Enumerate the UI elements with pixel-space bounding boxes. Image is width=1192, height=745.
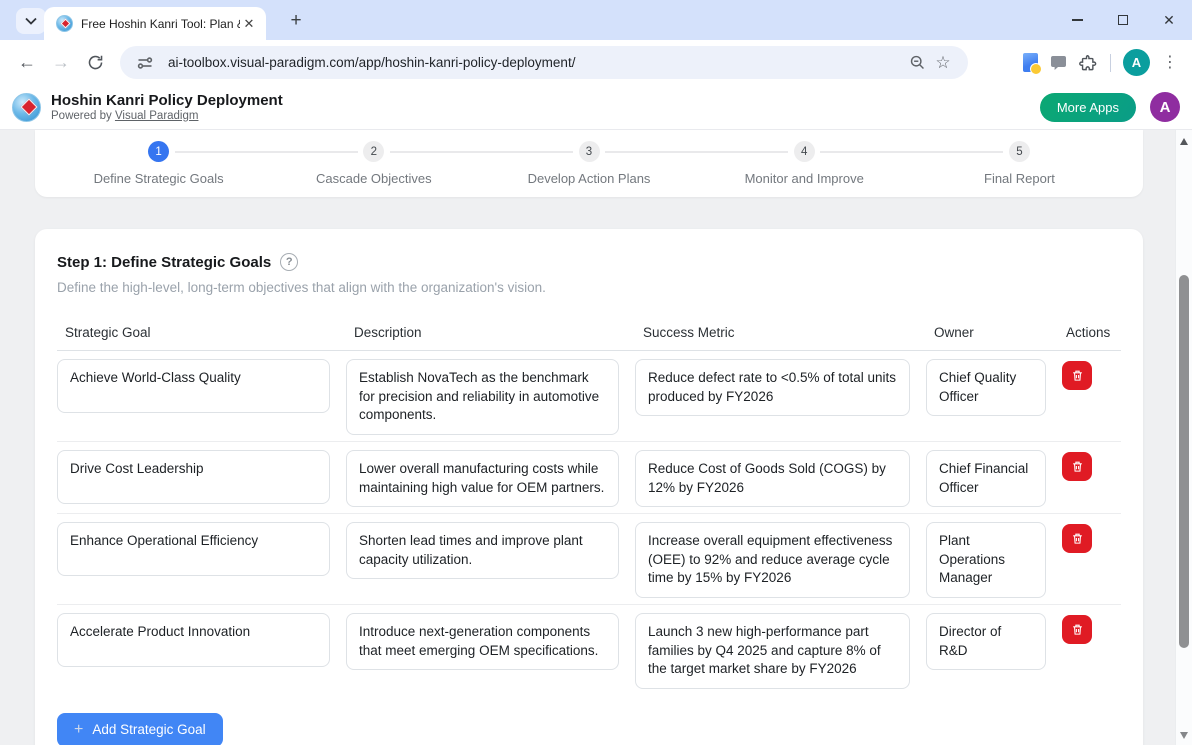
description-input[interactable]: Shorten lead times and improve plant cap…: [346, 522, 619, 580]
chevron-down-icon: [25, 17, 37, 25]
extension-doc-icon[interactable]: [1023, 53, 1042, 75]
owner-input[interactable]: Plant Operations Manager: [926, 522, 1046, 598]
toolbar-divider: [1110, 53, 1111, 72]
description-input[interactable]: Establish NovaTech as the benchmark for …: [346, 359, 619, 435]
trash-icon: [1072, 370, 1082, 381]
trash-icon: [1072, 533, 1082, 544]
forward-button[interactable]: →: [44, 46, 78, 80]
more-apps-button[interactable]: More Apps: [1039, 92, 1136, 122]
feedback-icon[interactable]: [1050, 55, 1067, 71]
step-circle-4[interactable]: 4: [793, 141, 815, 162]
extensions-puzzle-icon[interactable]: [1079, 53, 1098, 72]
page-content: 1 Define Strategic Goals 2 Cascade Objec…: [0, 130, 1192, 745]
delete-goal-button[interactable]: [1062, 361, 1092, 390]
step-define-strategic-goals: 1 Define Strategic Goals: [51, 130, 267, 197]
header-description: Description: [354, 325, 422, 340]
minimize-icon: [1071, 19, 1083, 21]
step-final-report: 5 Final Report: [911, 130, 1127, 197]
tab-close-icon[interactable]: ✕: [240, 15, 258, 33]
bookmark-star-icon[interactable]: ☆: [930, 53, 956, 73]
table-row: Drive Cost Leadership Lower overall manu…: [57, 442, 1121, 515]
metric-input[interactable]: Launch 3 new high-performance part famil…: [635, 613, 910, 689]
back-button[interactable]: ←: [10, 46, 44, 80]
browser-profile-avatar[interactable]: A: [1123, 49, 1150, 76]
tab-title: Free Hoshin Kanri Tool: Plan & E: [81, 16, 240, 31]
header-owner: Owner: [934, 325, 974, 340]
header-success-metric: Success Metric: [643, 325, 735, 340]
maximize-icon: [1118, 15, 1128, 25]
plus-icon: +: [74, 720, 84, 738]
metric-input[interactable]: Reduce defect rate to <0.5% of total uni…: [635, 359, 910, 417]
delete-goal-button[interactable]: [1062, 615, 1092, 644]
page-scrollbar[interactable]: [1175, 130, 1192, 745]
description-input[interactable]: Introduce next-generation components tha…: [346, 613, 619, 671]
owner-input[interactable]: Chief Financial Officer: [926, 449, 1046, 508]
url-text: ai-toolbox.visual-paradigm.com/app/hoshi…: [168, 55, 576, 70]
step-develop-action-plans: 3 Develop Action Plans: [481, 130, 697, 197]
app-logo-icon: [12, 92, 41, 122]
table-row: Accelerate Product Innovation Introduce …: [57, 605, 1121, 695]
delete-goal-button[interactable]: [1062, 524, 1092, 554]
maximize-button[interactable]: [1100, 0, 1146, 40]
owner-input[interactable]: Chief Quality Officer: [926, 359, 1046, 417]
table-row: Enhance Operational Efficiency Shorten l…: [57, 514, 1121, 605]
step-description: Define the high-level, long-term objecti…: [57, 280, 546, 295]
step-cascade-objectives: 2 Cascade Objectives: [266, 130, 482, 197]
metric-input[interactable]: Increase overall equipment effectiveness…: [635, 522, 910, 598]
goal-input[interactable]: Enhance Operational Efficiency: [57, 522, 330, 577]
close-icon: ✕: [1163, 11, 1175, 28]
reload-icon: [88, 55, 102, 70]
address-bar[interactable]: ai-toolbox.visual-paradigm.com/app/hoshi…: [120, 46, 968, 79]
zoom-icon[interactable]: [904, 54, 930, 71]
new-tab-button[interactable]: +: [284, 9, 308, 33]
step-circle-5[interactable]: 5: [1008, 141, 1030, 162]
goal-input[interactable]: Drive Cost Leadership: [57, 449, 330, 504]
close-button[interactable]: ✕: [1146, 0, 1192, 40]
minimize-button[interactable]: [1054, 0, 1100, 40]
active-browser-tab[interactable]: Free Hoshin Kanri Tool: Plan & E ✕: [44, 7, 266, 40]
step-circle-1[interactable]: 1: [148, 141, 170, 162]
scrollbar-down-arrow[interactable]: [1180, 732, 1188, 739]
header-strategic-goal: Strategic Goal: [65, 325, 151, 340]
reload-button[interactable]: [78, 46, 112, 80]
browser-tab-strip: Free Hoshin Kanri Tool: Plan & E ✕ + ✕: [0, 0, 1192, 40]
browser-menu-kebab-icon[interactable]: ⋮: [1162, 54, 1178, 71]
stepper: 1 Define Strategic Goals 2 Cascade Objec…: [35, 130, 1143, 197]
trash-icon: [1072, 624, 1082, 635]
user-avatar[interactable]: A: [1150, 92, 1180, 122]
table-row: Achieve World-Class Quality Establish No…: [57, 351, 1121, 442]
scrollbar-thumb[interactable]: [1179, 275, 1189, 648]
header-actions: Actions: [1066, 325, 1111, 340]
browser-toolbar: ← → ai-toolbox.visual-paradigm.com/app/h…: [0, 40, 1192, 85]
scrollbar-up-arrow[interactable]: [1180, 138, 1188, 145]
description-input[interactable]: Lower overall manufacturing costs while …: [346, 449, 619, 508]
add-strategic-goal-button[interactable]: + Add Strategic Goal: [57, 712, 223, 745]
page-title: Step 1: Define Strategic Goals: [57, 253, 272, 271]
app-title: Hoshin Kanri Policy Deployment: [51, 92, 283, 109]
help-icon[interactable]: ?: [280, 253, 299, 271]
table-header-row: Strategic Goal Description Success Metri…: [57, 317, 1121, 351]
goal-input[interactable]: Accelerate Product Innovation: [57, 613, 330, 667]
step-circle-2[interactable]: 2: [363, 141, 385, 162]
trash-icon: [1072, 461, 1082, 472]
strategic-goals-table: Strategic Goal Description Success Metri…: [57, 317, 1121, 695]
powered-by: Powered by Visual Paradigm: [51, 110, 199, 122]
tab-search-button[interactable]: [16, 8, 46, 34]
tab-favicon: [56, 15, 73, 32]
site-settings-icon[interactable]: [132, 55, 158, 71]
goal-input[interactable]: Achieve World-Class Quality: [57, 359, 330, 413]
step-monitor-and-improve: 4 Monitor and Improve: [696, 130, 912, 197]
visual-paradigm-link[interactable]: Visual Paradigm: [115, 110, 199, 122]
owner-input[interactable]: Director of R&D: [926, 613, 1046, 671]
delete-goal-button[interactable]: [1062, 451, 1092, 481]
step-circle-3[interactable]: 3: [578, 141, 600, 162]
app-header: Hoshin Kanri Policy Deployment Powered b…: [0, 85, 1192, 130]
metric-input[interactable]: Reduce Cost of Goods Sold (COGS) by 12% …: [635, 449, 910, 508]
step1-panel: Step 1: Define Strategic Goals ? Define …: [35, 229, 1143, 745]
